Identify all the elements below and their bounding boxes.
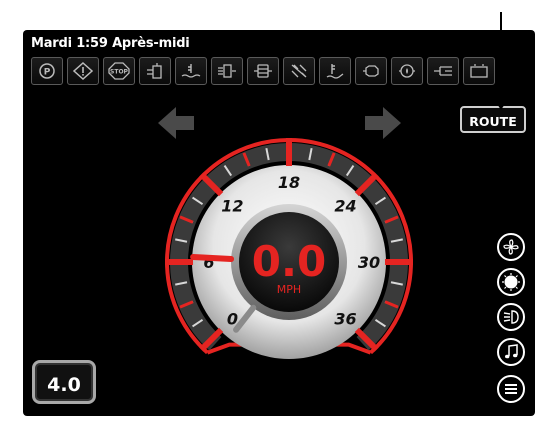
oil-pressure-icon (391, 57, 423, 85)
transmission-icon (139, 57, 171, 85)
svg-text:STOP: STOP (110, 69, 129, 76)
oil-temperature-icon (319, 57, 351, 85)
menu-icon (505, 384, 517, 394)
battery-icon (463, 57, 495, 85)
tick-label: 36 (334, 310, 356, 329)
annotation-arrow-line (500, 12, 502, 102)
hydraulic-filter-icon (247, 57, 279, 85)
tick-label: 12 (221, 196, 243, 215)
glow-plug-icon (427, 57, 459, 85)
tick-label: 24 (334, 196, 356, 215)
warning-triangle-icon (67, 57, 99, 85)
tick-label: 18 (278, 173, 300, 192)
status-bar: Mardi 1:59 Après-midi (23, 30, 535, 52)
music-button[interactable] (497, 338, 525, 366)
hydraulic-icon (211, 57, 243, 85)
tick-label: 30 (358, 253, 380, 272)
headlight-icon (503, 310, 519, 324)
svg-text:P: P (44, 68, 51, 78)
music-icon (505, 344, 518, 359)
parking-brake-icon: P (31, 57, 63, 85)
clock-text: Mardi 1:59 Après-midi (31, 36, 190, 51)
route-button[interactable]: ROUTE (460, 106, 526, 133)
engine-check-icon (355, 57, 387, 85)
headlight-button[interactable] (497, 303, 525, 331)
speedometer-gauge: 061218243036 0.0 MPH (165, 138, 413, 359)
needle (190, 253, 235, 262)
fan-button[interactable] (497, 233, 525, 261)
gear-indicator: 4.0 (32, 360, 96, 404)
warning-indicator-row: P STOP (31, 57, 495, 85)
work-light-icon (502, 273, 520, 291)
air-filter-icon (283, 57, 315, 85)
work-light-button[interactable] (497, 268, 525, 296)
coolant-temperature-icon (175, 57, 207, 85)
stop-icon: STOP (103, 57, 135, 85)
fan-icon (503, 239, 519, 255)
display-screen: Mardi 1:59 Après-midi P STOP ROUTE 0 6 1… (23, 30, 535, 416)
menu-button[interactable] (497, 375, 525, 403)
speed-unit: MPH (277, 283, 301, 296)
speed-value: 0.0 (252, 237, 326, 286)
annotation-arrow-head (492, 96, 510, 110)
